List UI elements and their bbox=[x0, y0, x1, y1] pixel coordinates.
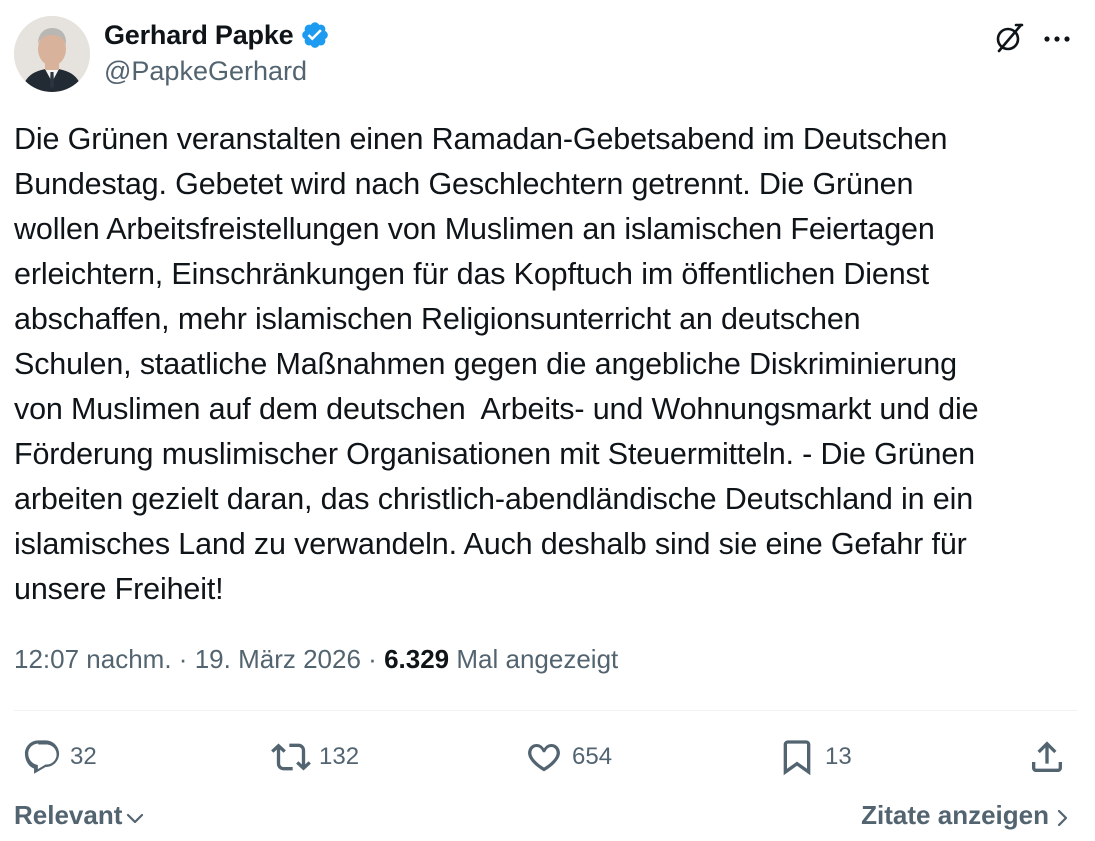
sort-label: Relevant bbox=[14, 800, 123, 830]
avatar[interactable] bbox=[14, 16, 90, 92]
verified-badge-icon[interactable] bbox=[300, 20, 330, 50]
share-icon bbox=[1027, 737, 1067, 777]
heart-icon bbox=[524, 737, 564, 777]
post-header: Gerhard Papke @PapkeGerhard bbox=[14, 16, 1079, 94]
post-text: Die Grünen veranstalten einen Ramadan-Ge… bbox=[14, 122, 979, 606]
quotes-link[interactable]: Zitate anzeigen bbox=[861, 800, 1073, 831]
chevron-down-icon bbox=[124, 805, 146, 827]
post-date[interactable]: 19. März 2026 bbox=[195, 644, 361, 674]
avatar-image bbox=[14, 16, 90, 92]
more-dots-icon[interactable] bbox=[1039, 20, 1075, 56]
chevron-right-icon bbox=[1051, 805, 1073, 827]
reply-count: 32 bbox=[70, 743, 97, 770]
post-time[interactable]: 12:07 nachm. bbox=[14, 644, 172, 674]
like-count: 654 bbox=[572, 743, 613, 770]
views-label: Mal angezeigt bbox=[456, 644, 619, 674]
meta-separator: · bbox=[178, 644, 188, 674]
display-name-row: Gerhard Papke bbox=[104, 18, 330, 52]
divider bbox=[14, 710, 1077, 711]
grok-icon[interactable] bbox=[991, 20, 1027, 56]
bookmark-button[interactable]: 13 bbox=[777, 735, 852, 779]
sort-dropdown[interactable]: Relevant bbox=[14, 800, 146, 831]
author-block: Gerhard Papke @PapkeGerhard bbox=[104, 18, 330, 87]
reply-icon bbox=[22, 737, 62, 777]
meta-separator: · bbox=[368, 644, 377, 674]
retweet-count: 132 bbox=[319, 743, 360, 770]
retweet-button[interactable]: 132 bbox=[271, 735, 359, 779]
author-handle[interactable]: @PapkeGerhard bbox=[104, 56, 330, 87]
reply-button[interactable]: 32 bbox=[22, 735, 97, 779]
post-meta: 12:07 nachm. · 19. März 2026 · 6.329 Mal… bbox=[14, 644, 618, 675]
bookmark-icon bbox=[777, 737, 817, 777]
share-button[interactable] bbox=[1027, 735, 1067, 779]
bookmark-count: 13 bbox=[825, 743, 852, 770]
quotes-label: Zitate anzeigen bbox=[861, 800, 1049, 830]
retweet-icon bbox=[271, 737, 311, 777]
author-display-name[interactable]: Gerhard Papke bbox=[104, 20, 294, 51]
views-count: 6.329 bbox=[384, 644, 450, 674]
like-button[interactable]: 654 bbox=[524, 735, 612, 779]
